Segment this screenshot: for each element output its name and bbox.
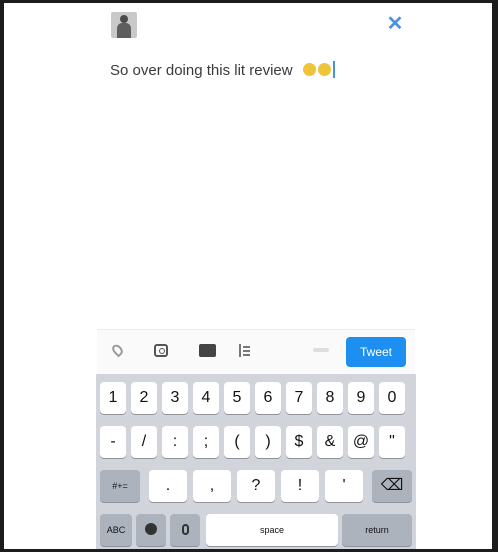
key-exclamation[interactable]: ! [281,470,319,502]
key-slash[interactable]: / [131,426,157,458]
compose-screen: ✕ So over doing this lit review Tweet 1 … [4,3,492,549]
poll-icon[interactable] [239,344,253,357]
abc-key[interactable]: ABC [100,514,132,546]
key-hyphen[interactable]: - [100,426,126,458]
location-icon[interactable] [110,342,125,358]
return-key[interactable]: return [342,514,412,546]
key-9[interactable]: 9 [348,382,374,414]
key-3[interactable]: 3 [162,382,188,414]
key-semicolon[interactable]: ; [193,426,219,458]
avatar [111,12,137,38]
dictation-key[interactable] [170,514,200,546]
key-0[interactable]: 0 [379,382,405,414]
key-quote[interactable]: " [379,426,405,458]
key-1[interactable]: 1 [100,382,126,414]
compose-toolbar: Tweet [97,329,415,374]
gif-icon[interactable] [199,344,216,357]
key-question[interactable]: ? [237,470,275,502]
space-key[interactable]: space [206,514,338,546]
compose-text-field[interactable]: So over doing this lit review [110,61,335,79]
smiley-face-emoji [317,63,331,76]
smiley-face-emoji [302,63,316,76]
globe-key[interactable] [136,514,166,546]
close-icon[interactable]: ✕ [384,13,406,35]
key-7[interactable]: 7 [286,382,312,414]
key-5[interactable]: 5 [224,382,250,414]
key-8[interactable]: 8 [317,382,343,414]
key-open-paren[interactable]: ( [224,426,250,458]
microphone-icon [181,524,189,535]
key-6[interactable]: 6 [255,382,281,414]
symbol-toggle-key[interactable]: #+= [100,470,140,502]
compose-text: So over doing this lit review [110,62,293,79]
key-apostrophe[interactable]: ' [325,470,363,502]
key-colon[interactable]: : [162,426,188,458]
text-caret [332,61,335,78]
key-dollar[interactable]: $ [286,426,312,458]
key-2[interactable]: 2 [131,382,157,414]
character-count [313,348,329,352]
keyboard: 1 2 3 4 5 6 7 8 9 0 - / : ; ( ) $ & @ " … [96,374,416,549]
camera-icon[interactable] [154,344,168,357]
tweet-button[interactable]: Tweet [346,337,406,367]
backspace-key[interactable]: ⌫ [372,470,412,502]
key-4[interactable]: 4 [193,382,219,414]
key-ampersand[interactable]: & [317,426,343,458]
globe-icon [145,523,157,535]
key-comma[interactable]: , [193,470,231,502]
key-period[interactable]: . [149,470,187,502]
key-close-paren[interactable]: ) [255,426,281,458]
key-at[interactable]: @ [348,426,374,458]
backspace-icon: ⌫ [380,477,404,494]
